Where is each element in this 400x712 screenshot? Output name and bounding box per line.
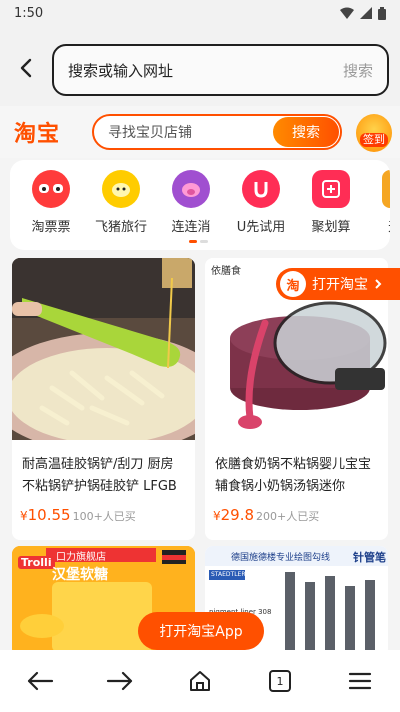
nav-tabs-button[interactable]: 1	[260, 661, 300, 701]
tab-count: 1	[269, 670, 291, 692]
status-bar: 1:50	[0, 0, 400, 26]
open-taobao-app-button[interactable]: 打开淘宝App	[138, 612, 264, 650]
nav-back-button[interactable]	[20, 661, 60, 701]
arrow-left-icon	[27, 671, 54, 691]
brand-logo: Trolli	[18, 556, 55, 569]
banner-sub: 针管笔	[353, 551, 386, 564]
juhuasuan-icon	[312, 170, 350, 208]
chevron-left-icon	[20, 58, 32, 78]
channel-tmall[interactable]: 天猫	[366, 170, 390, 235]
brand-logo: 依膳食	[211, 266, 241, 277]
price-symbol: ¥	[213, 509, 221, 523]
sold-count: 100+人已买	[72, 510, 136, 523]
taobao-mini-logo-icon: 淘	[280, 271, 306, 297]
channel-list: 淘票票 飞猪旅行 连连消 U先试用 聚划算	[16, 170, 390, 235]
browser-back-button[interactable]	[12, 54, 40, 82]
product-price: ¥ 29.8 200+人已买	[213, 506, 319, 524]
channel-lianlianxiao[interactable]: 连连消	[156, 170, 226, 235]
tmall-icon	[382, 170, 390, 208]
open-taobao-tag[interactable]: 淘 打开淘宝	[276, 268, 400, 300]
banner-text: 口力旗舰店	[56, 552, 106, 563]
open-taobao-label: 打开淘宝	[312, 277, 368, 293]
banner-text: 德国施德楼专业绘图勾线	[231, 553, 331, 563]
pager-dot	[200, 240, 208, 243]
product-price: ¥ 10.55 100+人已买	[20, 506, 136, 524]
channel-u-trial[interactable]: U先试用	[226, 170, 296, 235]
channel-fliggy[interactable]: 飞猪旅行	[86, 170, 156, 235]
arrow-right-icon	[106, 671, 133, 691]
u-trial-icon	[242, 170, 280, 208]
channel-label: 连连消	[171, 220, 211, 235]
channel-taopiaopiao[interactable]: 淘票票	[16, 170, 86, 235]
taobao-search-button[interactable]: 搜索	[273, 117, 339, 147]
channel-label: 飞猪旅行	[94, 220, 147, 235]
chevron-right-icon	[375, 279, 382, 289]
signal-icon	[360, 7, 372, 19]
url-placeholder: 搜索或输入网址	[68, 61, 174, 80]
movie-glasses-icon	[32, 170, 70, 208]
taobao-header: 淘宝 寻找宝贝店铺 搜索 签到	[0, 106, 400, 158]
taobao-search-box[interactable]: 寻找宝贝店铺 搜索	[92, 114, 342, 150]
product-image-spatula	[12, 258, 195, 440]
product-title: 耐高温硅胶锅铲/刮刀 厨房不粘锅铲护锅硅胶铲 LFGB	[22, 457, 177, 494]
browser-bottom-nav: 1	[0, 650, 400, 712]
menu-icon	[348, 672, 372, 690]
channel-pager	[189, 240, 208, 243]
nav-forward-button[interactable]	[100, 661, 140, 701]
channel-juhuasuan[interactable]: 聚划算	[296, 170, 366, 235]
signin-label: 签到	[360, 133, 388, 147]
product-title: 依膳食奶锅不粘锅婴儿宝宝辅食锅小奶锅汤锅迷你	[215, 457, 372, 494]
battery-icon	[378, 6, 386, 20]
wifi-icon	[340, 7, 354, 19]
price-value: 29.8	[220, 506, 255, 524]
taobao-logo[interactable]: 淘宝	[14, 116, 60, 148]
product-card[interactable]: 耐高温硅胶锅铲/刮刀 厨房不粘锅铲护锅硅胶铲 LFGB ¥ 10.55 100+…	[12, 258, 195, 540]
channel-bar: 淘票票 飞猪旅行 连连消 U先试用 聚划算	[10, 160, 390, 250]
browser-bar: 搜索或输入网址 搜索	[0, 26, 400, 106]
banner-sub: 汉堡软糖	[52, 567, 108, 583]
signin-button[interactable]: 签到	[356, 114, 392, 152]
sold-count: 200+人已买	[256, 510, 320, 523]
brand-logo: STAEDTLER	[211, 571, 246, 578]
channel-label: 淘票票	[31, 220, 71, 235]
status-time: 1:50	[14, 5, 44, 21]
channel-label: 天猫	[388, 216, 390, 235]
url-search-button[interactable]: 搜索	[343, 60, 373, 81]
price-value: 10.55	[27, 506, 71, 524]
channel-label: U先试用	[236, 220, 286, 235]
home-icon	[190, 671, 210, 691]
pager-dot-active	[189, 240, 197, 243]
flying-pig-icon	[102, 170, 140, 208]
nav-home-button[interactable]	[180, 661, 220, 701]
channel-label: 聚划算	[311, 220, 351, 235]
taobao-search-placeholder: 寻找宝贝店铺	[108, 125, 192, 141]
purple-pig-icon	[172, 170, 210, 208]
price-symbol: ¥	[20, 509, 28, 523]
url-input[interactable]: 搜索或输入网址 搜索	[52, 44, 389, 96]
status-icons	[340, 6, 386, 20]
nav-menu-button[interactable]	[340, 661, 380, 701]
product-card[interactable]: 依膳食 依膳食奶锅不粘锅婴儿宝宝辅食锅小奶锅汤锅迷你 ¥ 29.8 200+人已…	[205, 258, 388, 540]
